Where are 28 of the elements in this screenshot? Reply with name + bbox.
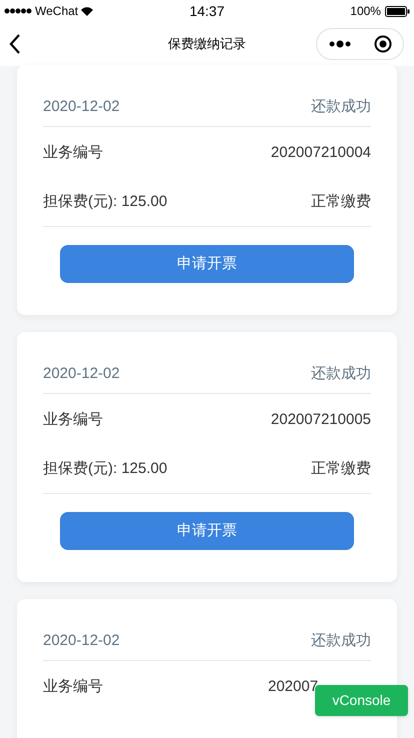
invoice-button[interactable]: 申请开票 <box>60 245 354 283</box>
battery-icon <box>384 6 410 16</box>
record-date: 2020-12-02 <box>43 631 120 652</box>
record-date: 2020-12-02 <box>43 364 120 384</box>
record-status: 还款成功 <box>311 631 371 652</box>
page-title: 保费缴纳记录 <box>168 35 246 54</box>
fee-type: 正常缴费 <box>311 459 371 480</box>
fee-type: 正常缴费 <box>311 192 371 212</box>
fee-amount: 担保费(元): 125.00 <box>43 192 168 212</box>
record-status: 还款成功 <box>311 97 371 118</box>
number-label: 业务编号 <box>43 142 103 163</box>
wifi-icon <box>81 6 94 16</box>
fee-amount: 担保费(元): 125.00 <box>43 459 168 480</box>
capsule-menu[interactable] <box>316 28 404 60</box>
signal-icon <box>4 8 32 14</box>
status-time: 14:37 <box>189 2 225 20</box>
carrier-name: WeChat <box>35 3 78 20</box>
back-icon[interactable] <box>8 33 22 55</box>
battery-percent: 100% <box>350 3 381 20</box>
more-icon[interactable] <box>328 40 350 48</box>
number-label: 业务编号 <box>43 676 103 697</box>
vconsole-button[interactable]: vConsole <box>315 685 408 716</box>
record-number: 202007210004 <box>270 142 371 163</box>
invoice-button[interactable]: 申请开票 <box>60 512 354 550</box>
record-number: 202007210005 <box>270 410 371 430</box>
record-status: 还款成功 <box>311 364 371 384</box>
record-date: 2020-12-02 <box>43 97 120 118</box>
number-label: 业务编号 <box>43 410 103 430</box>
